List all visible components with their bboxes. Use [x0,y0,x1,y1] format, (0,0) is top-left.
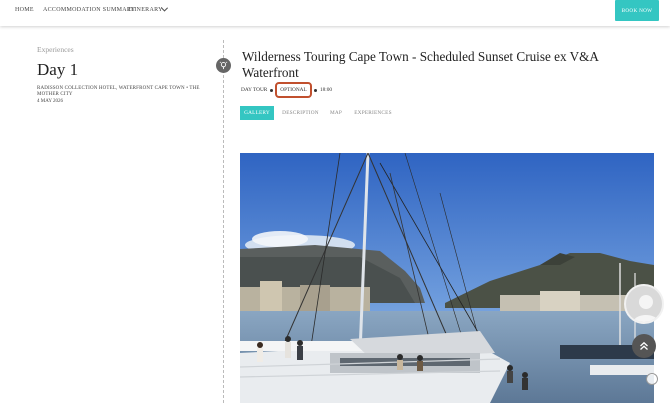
nav-accommodation-link[interactable]: ACCOMMODATION SUMMARY [43,7,135,13]
event-type: DAY TOUR [241,87,268,93]
event-title: Wilderness Touring Cape Town - Scheduled… [242,49,599,80]
tab-gallery[interactable]: GALLERY [240,106,274,120]
day-date: 4 MAY 2026 [37,99,64,104]
tab-experiences[interactable]: EXPERIENCES [353,106,393,120]
separator-dot [314,89,317,92]
tab-map[interactable]: MAP [327,106,345,120]
double-chevron-up-icon [640,341,648,350]
hotel-name: RADISSON COLLECTION HOTEL, WATERFRONT CA… [37,86,200,98]
user-avatar-icon[interactable] [624,284,664,324]
widget-toggle-icon[interactable] [646,373,658,385]
scroll-to-top-button[interactable] [632,334,656,358]
nav-itinerary-link[interactable]: ITINERARY [128,7,163,13]
section-label: Experiences [37,45,74,54]
gallery-photo[interactable] [240,153,654,403]
chevron-down-icon[interactable] [160,5,169,14]
event-time: 18:00 [320,87,333,93]
nav-home-link[interactable]: HOME [15,7,34,13]
tab-description[interactable]: DESCRIPTION [282,106,319,120]
book-now-button[interactable]: BOOK NOW [615,0,659,21]
top-navigation: HOME ACCOMMODATION SUMMARY ITINERARY BOO… [0,0,670,26]
map-pin-icon [216,58,231,73]
timeline-line [223,40,224,403]
optional-badge: OPTIONAL [275,82,312,98]
day-title: Day 1 [37,60,79,79]
separator-dot [270,89,273,92]
